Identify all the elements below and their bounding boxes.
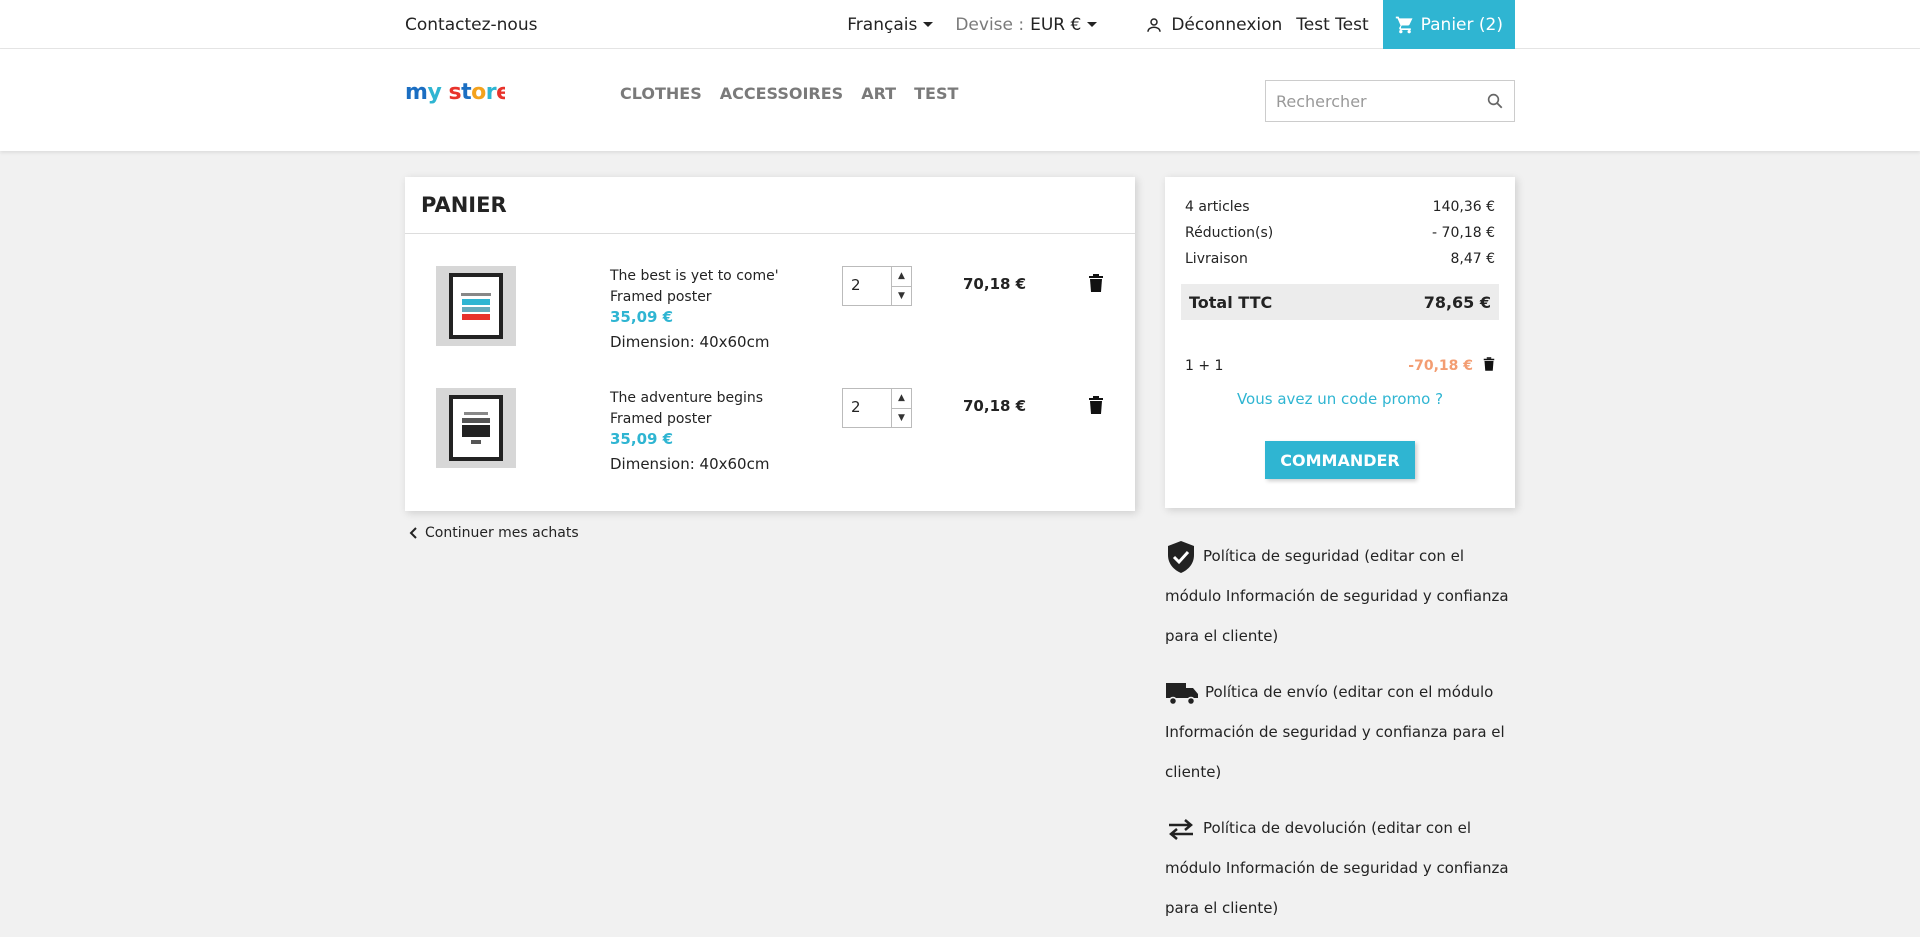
summary-reduction-value: - 70,18 € [1432,225,1495,241]
product-dimension: Dimension: 40x60cm [610,455,770,473]
chevron-left-icon [409,527,417,539]
cart-item: The best is yet to come' Framed poster 3… [405,266,1135,366]
checkout-button[interactable]: COMMANDER [1265,441,1415,479]
shield-check-icon [1168,540,1194,573]
product-image[interactable] [436,388,516,468]
summary-total-value: 78,65 € [1423,292,1491,312]
search-input[interactable]: Rechercher [1265,80,1515,122]
menu-item-accessoires[interactable]: ACCESSOIRES [720,84,843,103]
cart-button[interactable]: Panier (2) [1382,0,1515,49]
reassurance-security: Política de seguridad (editar con el mód… [1165,536,1515,656]
summary-articles-row: 4 articles 140,36 € [1185,199,1495,215]
truck-icon [1166,682,1198,705]
quantity-stepper[interactable]: 2 ▲ ▼ [842,388,912,428]
site-header: my store CLOTHES ACCESSOIRES ART TEST Re… [0,49,1920,151]
logout-label: Déconnexion [1171,14,1283,35]
reassurance-returns: Política de devolución (editar con el mó… [1165,808,1515,928]
main-content: PANIER The best is yet to come' Framed p… [405,151,1515,937]
cart-container: PANIER The best is yet to come' Framed p… [405,177,1135,511]
quantity-stepper[interactable]: 2 ▲ ▼ [842,266,912,306]
contact-link[interactable]: Contactez-nous [405,15,537,35]
poster-thumbnail [449,273,503,339]
logout-link[interactable]: Déconnexion [1145,15,1282,35]
currency-selector[interactable]: Devise : EUR € [955,14,1098,35]
summary-articles-value: 140,36 € [1432,199,1495,215]
chevron-up-icon[interactable]: ▲ [892,267,911,287]
menu-item-art[interactable]: ART [861,84,896,103]
cart-title: PANIER [405,177,1135,234]
summary-reduction-row: Réduction(s) - 70,18 € [1185,225,1495,241]
product-name-link[interactable]: The best is yet to come' Framed poster [610,266,815,308]
cart-item: The adventure begins Framed poster 35,09… [405,388,1135,488]
store-logo[interactable]: my store [405,77,505,107]
trash-icon [1089,396,1103,414]
reassurance-shipping: Política de envío (editar con el módulo … [1165,672,1515,792]
delete-item-button[interactable] [1088,274,1104,296]
main-menu: CLOTHES ACCESSOIRES ART TEST [620,84,958,103]
menu-item-clothes[interactable]: CLOTHES [620,84,702,103]
remove-voucher-button[interactable] [1483,357,1495,375]
reassurance-shipping-text: Política de envío (editar con el módulo … [1165,683,1505,781]
search-placeholder: Rechercher [1276,91,1367,111]
poster-thumbnail [449,395,503,461]
product-line-total: 70,18 € [963,275,1027,293]
product-unit-price: 35,09 € [610,430,674,448]
product-dimension: Dimension: 40x60cm [610,333,770,351]
quantity-input[interactable]: 2 [843,389,891,427]
product-line-total: 70,18 € [963,397,1027,415]
top-nav: Contactez-nous Français Devise : EUR € D… [0,0,1920,49]
caret-down-icon [923,22,934,27]
quantity-input[interactable]: 2 [843,267,891,305]
applied-voucher: 1 + 1 -70,18 € [1185,357,1495,375]
voucher-name: 1 + 1 [1185,358,1224,374]
language-selector[interactable]: Français [847,14,934,35]
swap-arrows-icon [1169,818,1193,840]
summary-articles-label: 4 articles [1185,199,1250,215]
product-unit-price: 35,09 € [610,308,674,326]
continue-shopping-link[interactable]: Continuer mes achats [409,525,579,541]
product-name-link[interactable]: The adventure begins Framed poster [610,388,815,430]
reassurance-security-text: Política de seguridad (editar con el mód… [1165,547,1509,645]
language-label: Français [847,14,918,35]
delete-item-button[interactable] [1088,396,1104,418]
chevron-down-icon[interactable]: ▼ [892,409,911,428]
voucher-amount: -70,18 € [1408,358,1473,374]
continue-shopping-label: Continuer mes achats [425,525,579,541]
summary-shipping-row: Livraison 8,47 € [1185,251,1495,267]
cart-summary: 4 articles 140,36 € Réduction(s) - 70,18… [1165,177,1515,508]
chevron-up-icon[interactable]: ▲ [892,389,911,409]
trash-icon [1089,274,1103,292]
promo-code-link[interactable]: Vous avez un code promo ? [1165,390,1515,408]
menu-item-test[interactable]: TEST [914,84,958,103]
summary-reduction-label: Réduction(s) [1185,225,1274,241]
summary-total-label: Total TTC [1189,292,1273,312]
logo-image: my store [405,80,505,105]
cart-icon [1395,16,1413,33]
caret-down-icon [1087,22,1098,27]
reassurance-returns-text: Política de devolución (editar con el mó… [1165,819,1509,917]
chevron-down-icon[interactable]: ▼ [892,287,911,306]
summary-total-row: Total TTC 78,65 € [1181,284,1499,320]
user-icon [1147,17,1162,32]
cart-label: Panier (2) [1420,14,1503,35]
currency-value: EUR € [1030,14,1082,35]
account-link[interactable]: Test Test [1296,15,1368,35]
product-image[interactable] [436,266,516,346]
summary-shipping-label: Livraison [1185,251,1248,267]
search-icon[interactable] [1486,92,1504,110]
summary-shipping-value: 8,47 € [1450,251,1495,267]
trash-icon [1483,357,1495,371]
svg-text:my store: my store [405,80,505,105]
currency-label: Devise : [955,14,1025,35]
